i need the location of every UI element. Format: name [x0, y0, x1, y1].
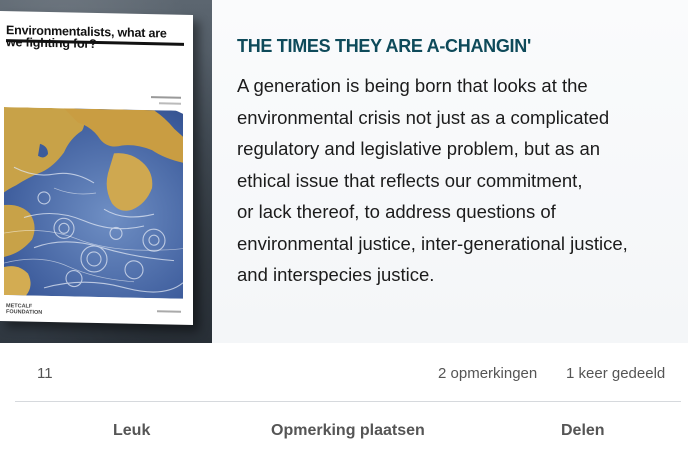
post-image-headline: THE TIMES THEY ARE A-CHANGIN' [237, 36, 531, 56]
shares-count[interactable]: 1 keer gedeeld [566, 365, 665, 382]
globe-illustration [4, 107, 183, 299]
comment-button[interactable]: Opmerking plaatsen [271, 422, 425, 440]
metcalf-logo: METCALF FOUNDATION [6, 303, 43, 316]
share-button[interactable]: Delen [561, 422, 605, 440]
reactions-count[interactable]: 11 [37, 365, 53, 382]
post-image[interactable]: Environmentalists, what are we fighting … [0, 0, 688, 343]
social-counts-row: 11 2 opmerkingen 1 keer gedeeld [0, 343, 688, 401]
report-cover-title: Environmentalists, what are we fighting … [6, 23, 167, 51]
cover-meta-line [151, 96, 181, 99]
globe-svg [4, 107, 183, 299]
cover-meta-line-2 [159, 102, 181, 105]
report-cover: Environmentalists, what are we fighting … [0, 10, 193, 326]
comments-count[interactable]: 2 opmerkingen [438, 365, 537, 382]
post-image-body-text: A generation is being born that looks at… [237, 75, 628, 285]
post-actions-bar: Leuk Opmerking plaatsen Delen [0, 402, 688, 460]
cover-footer-line [157, 310, 181, 313]
like-button[interactable]: Leuk [113, 422, 150, 440]
